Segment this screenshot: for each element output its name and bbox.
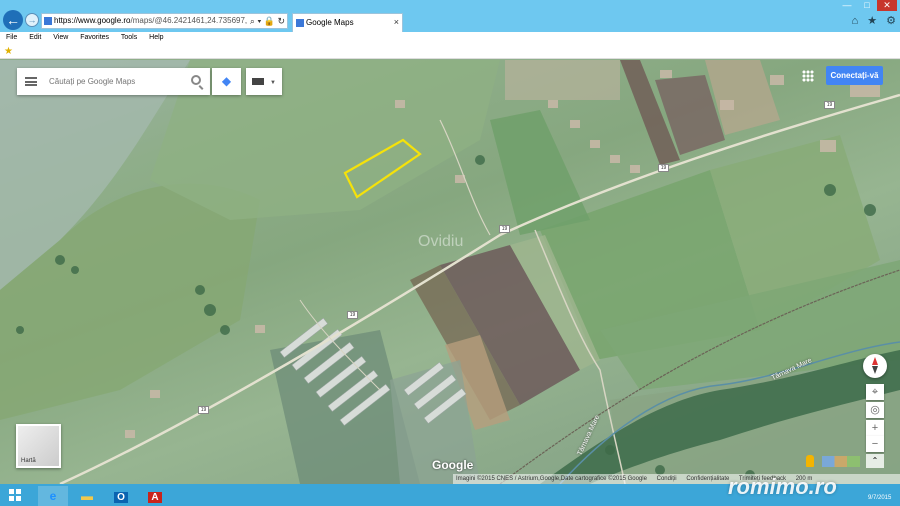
map-type-label: Hartă bbox=[21, 458, 36, 464]
file-explorer-icon[interactable]: ▬ bbox=[72, 486, 102, 506]
keyboard-icon bbox=[252, 78, 264, 86]
tilt-button[interactable]: ⌖ bbox=[866, 384, 884, 400]
url-domain: https://www.google.ro bbox=[54, 16, 131, 25]
imagery-attribution: Imagini ©2015 CNES / Astrium,Google,Date… bbox=[456, 476, 647, 482]
browser-tools: ⌂ ★ ⚙ bbox=[845, 14, 896, 27]
acrobat-pdf-icon[interactable]: A bbox=[140, 486, 170, 506]
internet-explorer-icon[interactable]: e bbox=[38, 486, 68, 506]
menu-tools[interactable]: Tools bbox=[121, 34, 137, 41]
hamburger-menu-icon[interactable] bbox=[25, 77, 37, 86]
favorites-bar: ★ bbox=[0, 44, 900, 59]
compass-icon[interactable] bbox=[863, 354, 887, 378]
site-favicon-icon bbox=[44, 16, 52, 25]
maximize-button[interactable]: □ bbox=[857, 0, 877, 10]
my-location-button[interactable]: ◎ bbox=[866, 402, 884, 418]
favorites-icon[interactable]: ★ bbox=[867, 15, 877, 27]
window-controls: — □ ✕ bbox=[837, 0, 897, 11]
menu-help[interactable]: Help bbox=[149, 34, 163, 41]
search-icon[interactable] bbox=[191, 75, 201, 85]
satellite-imagery bbox=[0, 60, 900, 484]
menu-view[interactable]: View bbox=[53, 34, 68, 41]
apps-grid-icon[interactable] bbox=[802, 70, 814, 82]
settings-gear-icon[interactable]: ⚙ bbox=[886, 15, 896, 27]
google-logo: Google bbox=[432, 458, 474, 472]
site-watermark-logo: romimo.ro bbox=[728, 474, 837, 499]
menu-edit[interactable]: Edit bbox=[29, 34, 41, 41]
windows-start-icon[interactable] bbox=[9, 489, 21, 501]
zoom-out-button[interactable]: − bbox=[866, 436, 884, 452]
browser-titlebar: ← → https://www.google.ro/maps/@46.24214… bbox=[0, 0, 900, 32]
address-bar[interactable]: https://www.google.ro/maps/@46.2421461,2… bbox=[41, 13, 288, 29]
photo-watermark: Ovidiu bbox=[418, 233, 464, 250]
menu-file[interactable]: File bbox=[6, 34, 17, 41]
road-label: 19 bbox=[658, 164, 669, 172]
search-box bbox=[17, 68, 210, 95]
chevron-down-icon: ▼ bbox=[270, 80, 276, 86]
street-view-pegman-icon[interactable] bbox=[806, 455, 814, 467]
directions-button[interactable]: ◆ bbox=[212, 68, 241, 95]
search-input[interactable] bbox=[49, 74, 189, 89]
privacy-link[interactable]: Confidențialitate bbox=[686, 476, 729, 482]
map-type-toggle[interactable]: Hartă bbox=[16, 424, 61, 468]
tab-favicon-icon bbox=[296, 18, 304, 27]
home-icon[interactable]: ⌂ bbox=[851, 15, 858, 27]
tab-title: Google Maps bbox=[306, 18, 354, 27]
zoom-in-button[interactable]: + bbox=[866, 420, 884, 436]
sign-in-button[interactable]: Conectați-vă bbox=[826, 66, 883, 85]
menu-favorites[interactable]: Favorites bbox=[80, 34, 109, 41]
menu-bar: File Edit View Favorites Tools Help bbox=[0, 32, 900, 44]
add-favorite-star-icon[interactable]: ★ bbox=[4, 46, 13, 57]
close-window-button[interactable]: ✕ bbox=[877, 0, 897, 11]
imagery-thumbnails[interactable] bbox=[822, 456, 860, 467]
map-canvas[interactable]: ◆ ▼ Conectați-vă Ovidiu 19 19 19 19 19 T… bbox=[0, 60, 900, 484]
tab-google-maps[interactable]: Google Maps × bbox=[292, 13, 403, 32]
taskbar-clock[interactable]: 9/7/2015 bbox=[868, 495, 891, 501]
tab-close-icon[interactable]: × bbox=[394, 14, 399, 31]
address-bar-icons[interactable]: ⌕ ▾ 🔒 ↻ bbox=[246, 14, 285, 28]
minimize-button[interactable]: — bbox=[837, 0, 857, 10]
road-label: 19 bbox=[824, 101, 835, 109]
road-label: 19 bbox=[499, 225, 510, 233]
input-tools-button[interactable]: ▼ bbox=[246, 68, 282, 95]
terms-link[interactable]: Condiții bbox=[657, 476, 677, 482]
road-label: 19 bbox=[347, 311, 358, 319]
forward-button[interactable]: → bbox=[25, 13, 39, 27]
expand-imagery-icon[interactable]: ⌃ bbox=[866, 454, 884, 468]
back-button[interactable]: ← bbox=[3, 10, 23, 30]
road-label: 19 bbox=[198, 406, 209, 414]
outlook-icon[interactable]: O bbox=[106, 486, 136, 506]
